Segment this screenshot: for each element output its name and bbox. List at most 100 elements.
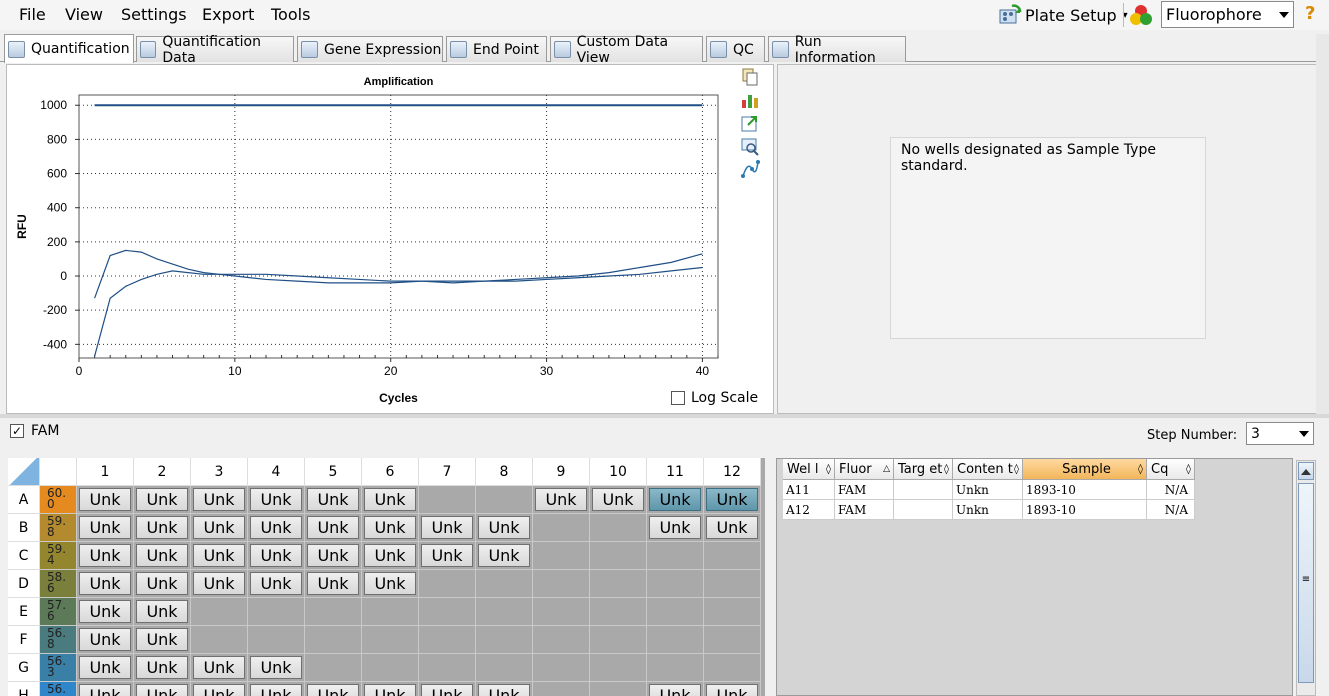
plate-well[interactable]: Unk: [706, 516, 758, 539]
fam-filter[interactable]: ✓ FAM: [10, 423, 59, 439]
plate-well-cell[interactable]: Unk: [134, 486, 191, 514]
column-header[interactable]: 8: [476, 458, 533, 486]
column-header[interactable]: 9: [533, 458, 590, 486]
tab-end-point[interactable]: End Point: [446, 36, 547, 62]
row-header[interactable]: B: [8, 514, 40, 542]
plate-well[interactable]: Unk: [649, 684, 701, 696]
tab-quantification-data[interactable]: Quantification Data: [136, 34, 294, 66]
plate-well-cell[interactable]: Unk: [647, 514, 704, 542]
plate-well-cell[interactable]: Unk: [362, 514, 419, 542]
plate-well-cell[interactable]: Unk: [248, 654, 305, 682]
plate-well-cell[interactable]: [476, 486, 533, 514]
plate-well[interactable]: Unk: [364, 684, 416, 696]
cell-sample[interactable]: 1893-10: [1023, 480, 1147, 500]
plate-well[interactable]: Unk: [421, 684, 473, 696]
plate-well-cell[interactable]: Unk: [647, 486, 704, 514]
plate-well-cell[interactable]: Unk: [134, 626, 191, 654]
plate-well-cell[interactable]: Unk: [590, 486, 647, 514]
plate-well[interactable]: Unk: [307, 488, 359, 511]
row-header[interactable]: E: [8, 598, 40, 626]
plate-well-cell[interactable]: Unk: [362, 570, 419, 598]
plate-well-cell[interactable]: [419, 654, 476, 682]
plate-well[interactable]: Unk: [649, 488, 701, 511]
plate-well-cell[interactable]: [647, 542, 704, 570]
plate-well-cell[interactable]: Unk: [362, 682, 419, 696]
tab-run-information[interactable]: Run Information: [768, 34, 906, 66]
cell-fluor[interactable]: FAM: [835, 500, 894, 520]
plate-well[interactable]: Unk: [250, 684, 302, 696]
plate-well[interactable]: Unk: [193, 488, 245, 511]
cell-sample[interactable]: 1893-10: [1023, 500, 1147, 520]
plate-well-cell[interactable]: [590, 654, 647, 682]
fluorophore-select[interactable]: Fluorophore: [1161, 1, 1294, 28]
plate-well-cell[interactable]: Unk: [77, 682, 134, 696]
plate-well-cell[interactable]: Unk: [362, 542, 419, 570]
menu-view[interactable]: View: [65, 5, 103, 24]
scroll-up-button[interactable]: [1298, 462, 1314, 480]
plate-well[interactable]: Unk: [478, 684, 530, 696]
plate-well[interactable]: Unk: [79, 544, 131, 567]
plate-well-cell[interactable]: Unk: [191, 542, 248, 570]
plate-well-cell[interactable]: Unk: [476, 542, 533, 570]
chart-options-icon[interactable]: [740, 90, 760, 110]
tab-qc[interactable]: QC: [706, 36, 765, 62]
plate-well-cell[interactable]: Unk: [476, 514, 533, 542]
column-header[interactable]: 11: [647, 458, 704, 486]
plate-well-cell[interactable]: [647, 570, 704, 598]
plate-well-cell[interactable]: [476, 626, 533, 654]
menu-settings[interactable]: Settings: [121, 5, 187, 24]
cell-content[interactable]: Unkn: [953, 480, 1023, 500]
plate-well-cell[interactable]: [362, 654, 419, 682]
plate-well-cell[interactable]: [704, 598, 761, 626]
row-header[interactable]: G: [8, 654, 40, 682]
export-chart-icon[interactable]: [740, 113, 760, 133]
scroll-thumb[interactable]: ≡: [1298, 483, 1314, 683]
plate-well[interactable]: Unk: [421, 516, 473, 539]
plate-well-cell[interactable]: Unk: [704, 682, 761, 696]
plate-well-cell[interactable]: Unk: [134, 682, 191, 696]
plate-well-cell[interactable]: [647, 654, 704, 682]
plate-well[interactable]: Unk: [79, 488, 131, 511]
plate-well[interactable]: Unk: [193, 684, 245, 696]
plate-well-cell[interactable]: Unk: [248, 682, 305, 696]
plate-well-cell[interactable]: [305, 654, 362, 682]
plate-well[interactable]: Unk: [136, 600, 188, 623]
tab-custom-data-view[interactable]: Custom Data View: [550, 34, 703, 66]
plate-well[interactable]: Unk: [136, 516, 188, 539]
plate-well-cell[interactable]: Unk: [77, 626, 134, 654]
cell-content[interactable]: Unkn: [953, 500, 1023, 520]
col-header-content[interactable]: Conten t ◊: [953, 459, 1023, 480]
plate-well-cell[interactable]: Unk: [191, 486, 248, 514]
row-header[interactable]: D: [8, 570, 40, 598]
plate-well[interactable]: Unk: [79, 656, 131, 679]
plate-well-cell[interactable]: [305, 598, 362, 626]
plate-well[interactable]: Unk: [250, 488, 302, 511]
column-header[interactable]: 4: [248, 458, 305, 486]
plate-well[interactable]: Unk: [136, 488, 188, 511]
plate-well-cell[interactable]: [533, 598, 590, 626]
plate-well-cell[interactable]: Unk: [704, 486, 761, 514]
plate-well[interactable]: Unk: [649, 516, 701, 539]
plate-well-cell[interactable]: Unk: [77, 514, 134, 542]
plate-well-cell[interactable]: [590, 682, 647, 696]
plate-well[interactable]: Unk: [364, 544, 416, 567]
plate-well-cell[interactable]: [419, 570, 476, 598]
plate-well-cell[interactable]: Unk: [77, 654, 134, 682]
plate-well[interactable]: Unk: [307, 684, 359, 696]
plate-well-cell[interactable]: [476, 654, 533, 682]
plate-well-cell[interactable]: Unk: [134, 654, 191, 682]
plate-well-cell[interactable]: [362, 598, 419, 626]
plate-well-cell[interactable]: [248, 626, 305, 654]
plate-well-cell[interactable]: Unk: [305, 570, 362, 598]
plate-well[interactable]: Unk: [250, 544, 302, 567]
plate-well-cell[interactable]: [590, 542, 647, 570]
plate-well-cell[interactable]: Unk: [419, 514, 476, 542]
plate-well-cell[interactable]: Unk: [77, 486, 134, 514]
column-header[interactable]: 6: [362, 458, 419, 486]
plate-well-cell[interactable]: [476, 570, 533, 598]
plate-well-cell[interactable]: [590, 598, 647, 626]
log-scale-toggle[interactable]: Log Scale: [671, 390, 758, 406]
plate-well-cell[interactable]: [704, 626, 761, 654]
column-header[interactable]: 12: [704, 458, 761, 486]
plate-well[interactable]: Unk: [421, 544, 473, 567]
